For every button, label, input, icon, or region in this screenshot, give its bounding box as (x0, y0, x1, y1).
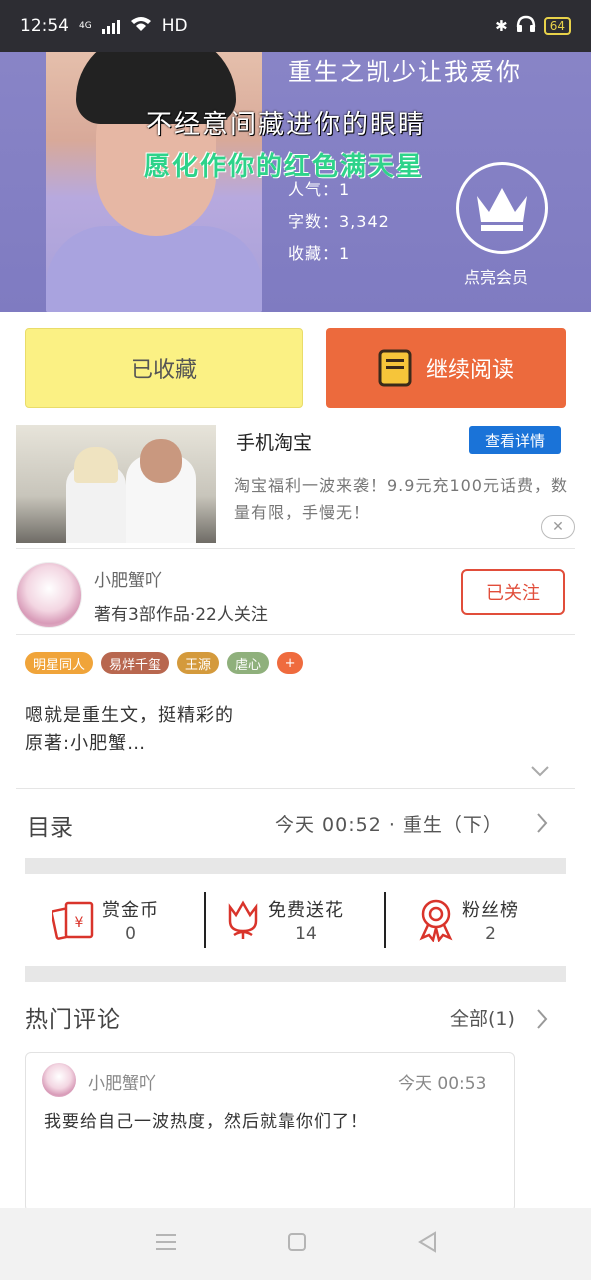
stat-value: 14 (295, 924, 317, 944)
tag[interactable]: 王源 (177, 652, 220, 674)
system-nav-bar (0, 1208, 591, 1280)
stat-separator (204, 892, 206, 948)
book-title: 重生之凯少让我爱你 (288, 58, 522, 86)
reward-coins-item[interactable]: ¥ 赏金币 0 (52, 892, 159, 948)
ad-details-button[interactable]: 查看详情 (469, 426, 561, 454)
free-flowers-item[interactable]: 免费送花 14 (224, 892, 344, 948)
divider (16, 548, 575, 549)
tag[interactable]: 明星同人 (25, 652, 94, 674)
toc-label[interactable]: 目录 (27, 808, 73, 842)
continue-reading-label: 继续阅读 (425, 358, 514, 383)
tag[interactable]: 易烊千玺 (101, 652, 170, 674)
commenter-name[interactable]: 小肥蟹吖 (88, 1069, 156, 1094)
stat-label: 赏金币 (102, 900, 159, 921)
hot-comments-label: 热门评论 (25, 1007, 121, 1033)
crown-icon (477, 188, 527, 231)
vip-label: 点亮会员 (464, 268, 529, 287)
favorited-label: 已收藏 (130, 358, 197, 383)
continue-reading-button[interactable]: 继续阅读 (326, 328, 566, 408)
author-name[interactable]: 小肥蟹吖 (94, 566, 162, 591)
add-tag-button[interactable]: + (277, 652, 304, 674)
headphones-icon (516, 15, 536, 37)
tag[interactable]: 虐心 (227, 652, 270, 674)
section-separator (25, 858, 566, 874)
favorites-stat: 收藏：1 (288, 244, 351, 263)
follow-button[interactable]: 已关注 (461, 569, 565, 615)
home-icon[interactable] (287, 1232, 307, 1256)
hd-indicator: HD (161, 16, 188, 36)
divider (16, 634, 575, 635)
fan-ranking-item[interactable]: 粉丝榜 2 (416, 892, 519, 948)
flower-icon (228, 900, 258, 939)
stat-value: 0 (125, 924, 136, 944)
svg-text:¥: ¥ (75, 915, 84, 931)
ad-title[interactable]: 手机淘宝 (236, 428, 312, 455)
favorited-button[interactable]: 已收藏 (25, 328, 303, 408)
red-envelope-icon: ¥ (52, 901, 94, 940)
wifi-icon (130, 16, 152, 37)
signal-icon (101, 18, 120, 34)
battery-indicator: 64 (543, 17, 571, 35)
book-description: 嗯就是重生文，挺精彩的 原著:小肥蟹… (25, 702, 234, 758)
comment-text: 我要给自己一波热度，然后就靠你们了！ (44, 1112, 368, 1132)
all-comments-link[interactable]: 全部(1) (450, 1004, 515, 1031)
badge-icon (419, 899, 453, 942)
ad-close-button[interactable]: ✕ (541, 515, 575, 539)
author-avatar[interactable] (16, 562, 82, 628)
bluetooth-icon: ✱ (495, 17, 508, 35)
cover-overlay-text-1: 不经意间藏进你的眼睛 (146, 110, 427, 140)
ad-description[interactable]: 淘宝福利一波来袭！9.9元充100元话费，数量有限，手慢无！ (234, 472, 574, 526)
comment-card[interactable]: 小肥蟹吖 今天 00:53 我要给自己一波热度，然后就靠你们了！ (25, 1052, 515, 1212)
cover-overlay-text-2: 愿化作你的红色满天星 (144, 152, 425, 182)
status-bar: 12:54 4G HD ✱ 64 (0, 0, 591, 52)
ad-image[interactable] (16, 425, 216, 543)
commenter-avatar[interactable] (42, 1063, 76, 1097)
stat-label: 免费送花 (268, 900, 344, 921)
section-separator (25, 966, 566, 982)
description-line: 原著:小肥蟹… (25, 733, 147, 754)
stat-value: 2 (485, 924, 496, 944)
comment-time: 今天 00:53 (398, 1074, 487, 1094)
vip-crown-button[interactable] (456, 162, 548, 254)
stat-label: 粉丝榜 (462, 900, 519, 921)
network-type: 4G (79, 21, 92, 31)
word-count-stat: 字数：3,342 (288, 212, 390, 231)
book-icon (378, 349, 412, 387)
author-meta: 著有3部作品·22人关注 (94, 605, 268, 625)
expand-chevron-icon[interactable] (530, 762, 550, 781)
status-time: 12:54 (20, 16, 69, 36)
menu-icon[interactable] (155, 1233, 177, 1255)
description-line: 嗯就是重生文，挺精彩的 (25, 705, 234, 726)
divider (16, 788, 575, 789)
tag-list: 明星同人 易烊千玺 王源 虐心 + (25, 652, 304, 674)
comments-chevron-icon[interactable] (536, 1008, 548, 1036)
toc-latest-chapter[interactable]: 今天 00:52 · 重生（下） (275, 810, 503, 837)
back-icon[interactable] (417, 1231, 437, 1257)
stat-separator (384, 892, 386, 948)
toc-chevron-icon[interactable] (536, 812, 548, 840)
